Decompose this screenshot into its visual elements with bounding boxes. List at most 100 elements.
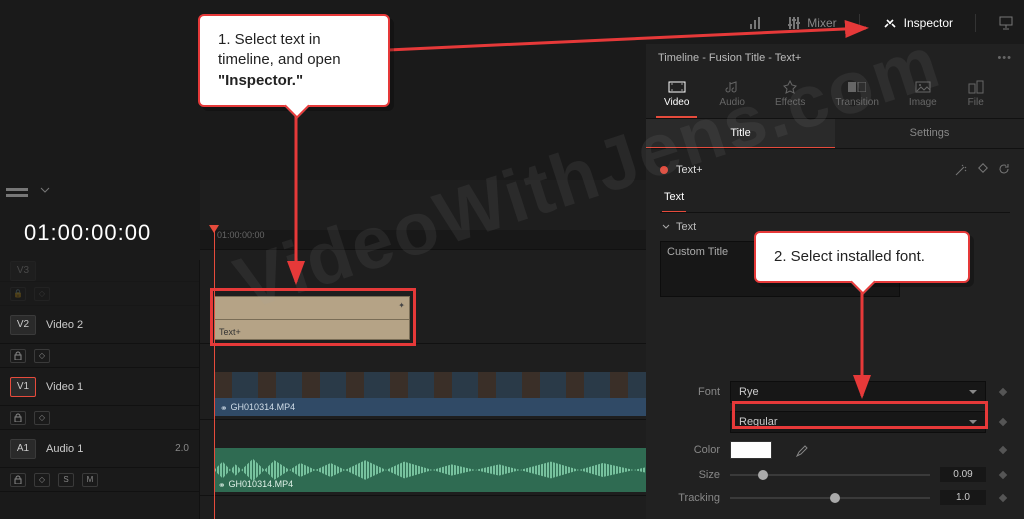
keyframe-icon[interactable]	[978, 163, 988, 177]
track-ctrls-v3: 🔒 ◇	[0, 282, 199, 306]
inspector-tab-row: Video Audio Effects Transition Image Fil…	[646, 70, 1024, 119]
track-lane-a1[interactable]: ⚭GH010314.MP4	[200, 444, 646, 496]
tab-video[interactable]: Video	[656, 74, 697, 118]
tab-image[interactable]: Image	[901, 74, 945, 118]
wand-icon[interactable]	[954, 163, 968, 177]
node-active-dot	[660, 166, 668, 174]
text-tab[interactable]: Text	[662, 187, 686, 212]
color-swatch[interactable]	[730, 441, 772, 459]
node-name: Text+	[676, 164, 703, 176]
font-weight-select[interactable]: Regular	[730, 411, 986, 433]
thumbnail-strip	[214, 372, 646, 398]
timecode-display[interactable]: 01:00:00:00	[24, 220, 151, 246]
tab-file[interactable]: File	[959, 74, 993, 118]
presentation-icon[interactable]	[998, 16, 1014, 30]
video-clip[interactable]: ⚭GH010314.MP4	[214, 372, 646, 416]
clip-midline	[215, 319, 409, 320]
auto-select-icon[interactable]: ◇	[34, 473, 50, 487]
tracking-value[interactable]: 1.0	[940, 490, 986, 505]
tracking-slider[interactable]	[730, 497, 930, 499]
size-slider[interactable]	[730, 474, 930, 476]
tab-effects-label: Effects	[775, 97, 805, 108]
track-name-v2: Video 2	[46, 319, 83, 331]
keyframe-diamond-icon[interactable]	[999, 388, 1007, 396]
color-row: Color	[660, 437, 1010, 463]
auto-select-icon[interactable]: ◇	[34, 287, 50, 301]
tab-transition[interactable]: Transition	[827, 74, 887, 118]
track-badge-a1[interactable]: A1	[10, 439, 36, 459]
track-head-v3[interactable]: V3	[0, 260, 199, 282]
track-lane-v2[interactable]: Text+ ✦	[200, 292, 646, 344]
size-value[interactable]: 0.09	[940, 467, 986, 482]
callout-1-line2: timeline, and open	[218, 51, 341, 68]
callout-1-line1: 1. Select text in	[218, 31, 321, 48]
track-head-a1[interactable]: A1 Audio 1 2.0	[0, 430, 199, 468]
toolbar-audio-meters-icon[interactable]	[749, 16, 765, 30]
divider	[975, 14, 976, 32]
track-badge: V3	[10, 261, 36, 281]
timeline-canvas[interactable]: 01:00:00:00 Text+ ✦ ⚭GH010314.MP4 ⚭GH010…	[200, 180, 646, 519]
track-badge-v1[interactable]: V1	[10, 377, 36, 397]
lock-icon[interactable]: 🔒	[10, 287, 26, 301]
tracking-row: Tracking 1.0	[660, 486, 1010, 509]
font-label: Font	[660, 386, 720, 398]
track-badge-v2[interactable]: V2	[10, 315, 36, 335]
inspector-subtab-row: Title Settings	[646, 119, 1024, 149]
tab-audio[interactable]: Audio	[711, 74, 753, 118]
reset-icon[interactable]	[998, 163, 1010, 177]
section-text-label: Text	[676, 221, 696, 233]
left-tools	[6, 186, 62, 202]
callout-2: 2. Select installed font.	[754, 231, 970, 283]
audio-clip[interactable]: ⚭GH010314.MP4	[214, 448, 646, 492]
mixer-button[interactable]: Mixer	[787, 16, 836, 30]
keyframe-diamond-icon[interactable]	[999, 470, 1007, 478]
track-ctrls-v1: ◇	[0, 406, 199, 430]
keyframe-diamond-icon[interactable]	[999, 493, 1007, 501]
timeline-view-icon[interactable]	[6, 186, 28, 202]
fusion-clip-icon: ✦	[398, 301, 405, 310]
tab-file-label: File	[968, 97, 984, 108]
text-clip[interactable]: Text+ ✦	[214, 296, 410, 340]
mute-button[interactable]: M	[82, 473, 98, 487]
divider	[859, 14, 860, 32]
subtab-settings[interactable]: Settings	[835, 119, 1024, 148]
chevron-down-icon	[662, 223, 670, 231]
track-head-v1[interactable]: V1 Video 1	[0, 368, 199, 406]
keyframe-diamond-icon[interactable]	[999, 418, 1007, 426]
playhead[interactable]	[214, 225, 215, 519]
callout-1-bold: "Inspector."	[218, 72, 303, 89]
lock-icon[interactable]	[10, 349, 26, 363]
track-head-v2[interactable]: V2 Video 2	[0, 306, 199, 344]
top-toolbar: Mixer Inspector	[749, 6, 1014, 40]
lock-icon[interactable]	[10, 411, 26, 425]
subtab-title[interactable]: Title	[646, 119, 835, 148]
font-row: Font Rye	[660, 377, 1010, 407]
more-icon[interactable]: •••	[997, 52, 1012, 64]
node-row[interactable]: Text+	[660, 159, 1010, 181]
eyedropper-icon[interactable]	[794, 443, 808, 457]
audio-clip-label: ⚭GH010314.MP4	[218, 479, 293, 490]
link-icon: ⚭	[218, 480, 226, 491]
font-value: Rye	[739, 386, 759, 398]
dropdown-icon[interactable]	[40, 186, 62, 202]
auto-select-icon[interactable]: ◇	[34, 349, 50, 363]
font-select[interactable]: Rye	[730, 381, 986, 403]
font-weight-value: Regular	[739, 416, 778, 428]
tab-effects[interactable]: Effects	[767, 74, 813, 118]
solo-button[interactable]: S	[58, 473, 74, 487]
mixer-label: Mixer	[807, 16, 836, 30]
track-channels: 2.0	[175, 443, 189, 454]
track-ctrls-v2: ◇	[0, 344, 199, 368]
color-label: Color	[660, 444, 720, 456]
font-weight-row: Regular	[660, 407, 1010, 437]
text-tab-row: Text	[660, 181, 1010, 213]
track-name-v1: Video 1	[46, 381, 83, 393]
lock-icon[interactable]	[10, 473, 26, 487]
inspector-title: Timeline - Fusion Title - Text+	[658, 52, 801, 64]
track-lane-v1[interactable]: ⚭GH010314.MP4	[200, 368, 646, 420]
auto-select-icon[interactable]: ◇	[34, 411, 50, 425]
inspector-button[interactable]: Inspector	[882, 16, 953, 30]
tab-transition-label: Transition	[835, 97, 879, 108]
keyframe-diamond-icon[interactable]	[999, 446, 1007, 454]
time-ruler[interactable]: 01:00:00:00	[200, 230, 646, 250]
